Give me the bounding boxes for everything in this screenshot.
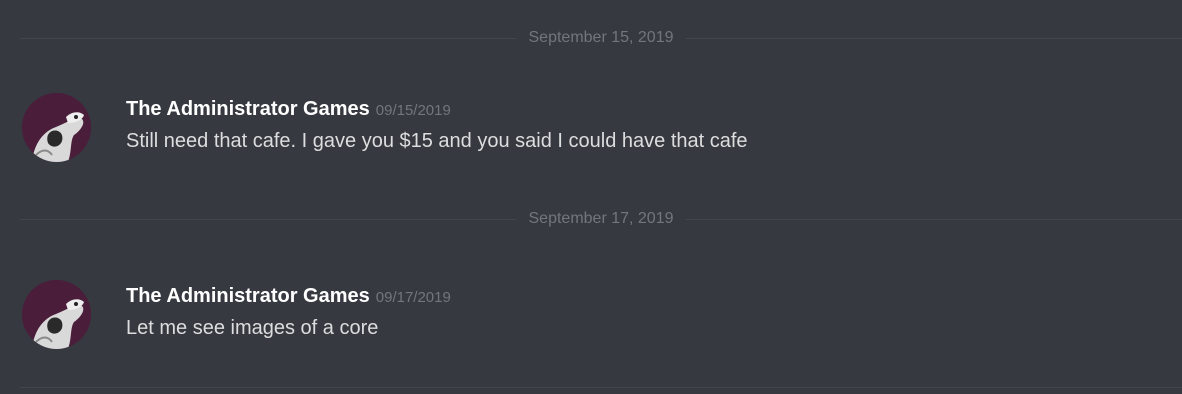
date-divider-label: September 17, 2019: [516, 208, 686, 230]
message-content: Let me see images of a core: [126, 317, 379, 339]
message-header: The Administrator Games 09/17/2019: [126, 282, 451, 312]
bottom-divider: [20, 387, 1182, 388]
avatar[interactable]: [22, 93, 91, 162]
author-name[interactable]: The Administrator Games: [126, 98, 370, 120]
date-divider-label: September 15, 2019: [516, 27, 686, 49]
date-divider: September 17, 2019: [20, 208, 1182, 230]
avatar[interactable]: [22, 280, 91, 349]
author-name[interactable]: The Administrator Games: [126, 285, 370, 307]
avatar-icon: [22, 280, 91, 349]
message-timestamp: 09/17/2019: [375, 289, 451, 306]
avatar-icon: [22, 93, 91, 162]
message-timestamp: 09/15/2019: [375, 102, 451, 119]
date-divider: September 15, 2019: [20, 27, 1182, 49]
message-list: September 15, 2019 The Administrator Gam…: [0, 0, 1182, 394]
message[interactable]: The Administrator Games 09/15/2019 Still …: [0, 93, 1182, 173]
message[interactable]: The Administrator Games 09/17/2019 Let me…: [0, 280, 1182, 360]
message-content: Still need that cafe. I gave you $15 and…: [126, 130, 748, 152]
message-header: The Administrator Games 09/15/2019: [126, 95, 451, 125]
